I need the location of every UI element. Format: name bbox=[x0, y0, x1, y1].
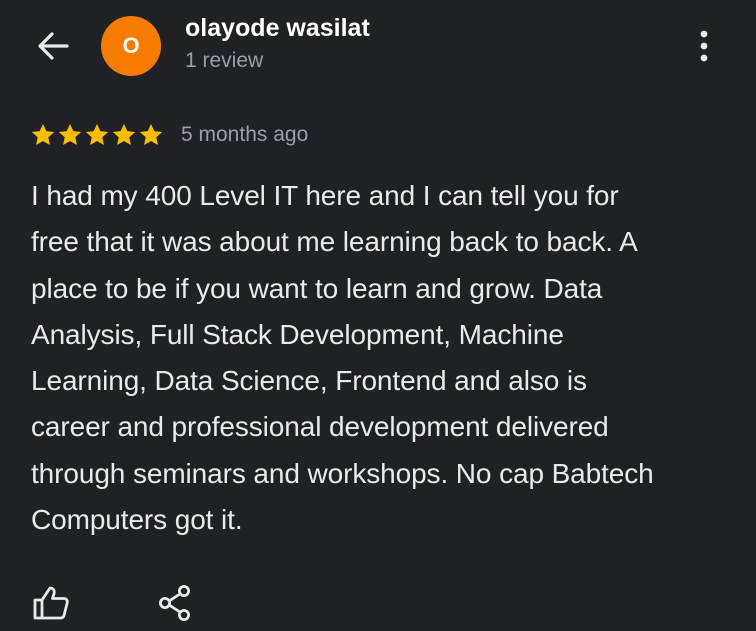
thumb-up-icon bbox=[33, 586, 69, 620]
more-options-button[interactable] bbox=[684, 26, 724, 66]
reviewer-name[interactable]: olayode wasilat bbox=[185, 14, 370, 43]
review-actions bbox=[30, 582, 230, 626]
review-text-line: free that it was about me learning back … bbox=[31, 226, 638, 258]
review-text-line: career and professional development deli… bbox=[31, 411, 609, 443]
review-text-line: I had my 400 Level IT here and I can tel… bbox=[31, 180, 619, 211]
review-text-line: through seminars and workshops. No cap B… bbox=[31, 457, 654, 489]
star-icon bbox=[58, 123, 82, 145]
share-button[interactable] bbox=[154, 582, 196, 624]
arrow-back-icon bbox=[38, 32, 69, 60]
star-rating bbox=[30, 122, 164, 148]
review-text-line: Analysis, Full Stack Development, Machin… bbox=[31, 318, 564, 350]
review-text-line: Computers got it. bbox=[31, 504, 243, 536]
star-icon bbox=[31, 123, 55, 145]
star-icon bbox=[85, 123, 109, 145]
review-time: 5 months ago bbox=[181, 123, 309, 146]
reviewer-review-count: 1 review bbox=[185, 49, 264, 72]
review-text-line: Learning, Data Science, Frontend and als… bbox=[31, 365, 587, 397]
share-icon bbox=[159, 585, 190, 621]
avatar-letter: O bbox=[122, 33, 140, 58]
like-button[interactable] bbox=[30, 582, 72, 624]
rating-row: 5 months ago bbox=[30, 120, 308, 150]
review-text: I had my 400 Level IT here and I can tel… bbox=[31, 173, 731, 543]
back-button[interactable] bbox=[30, 26, 76, 66]
star-icon bbox=[139, 123, 163, 145]
avatar[interactable]: O bbox=[101, 16, 161, 76]
more-vert-icon bbox=[700, 30, 708, 62]
star-icon bbox=[112, 123, 136, 145]
review-text-line: place to be if you want to learn and gro… bbox=[31, 272, 603, 304]
review-header: O olayode wasilat 1 review bbox=[0, 0, 756, 100]
